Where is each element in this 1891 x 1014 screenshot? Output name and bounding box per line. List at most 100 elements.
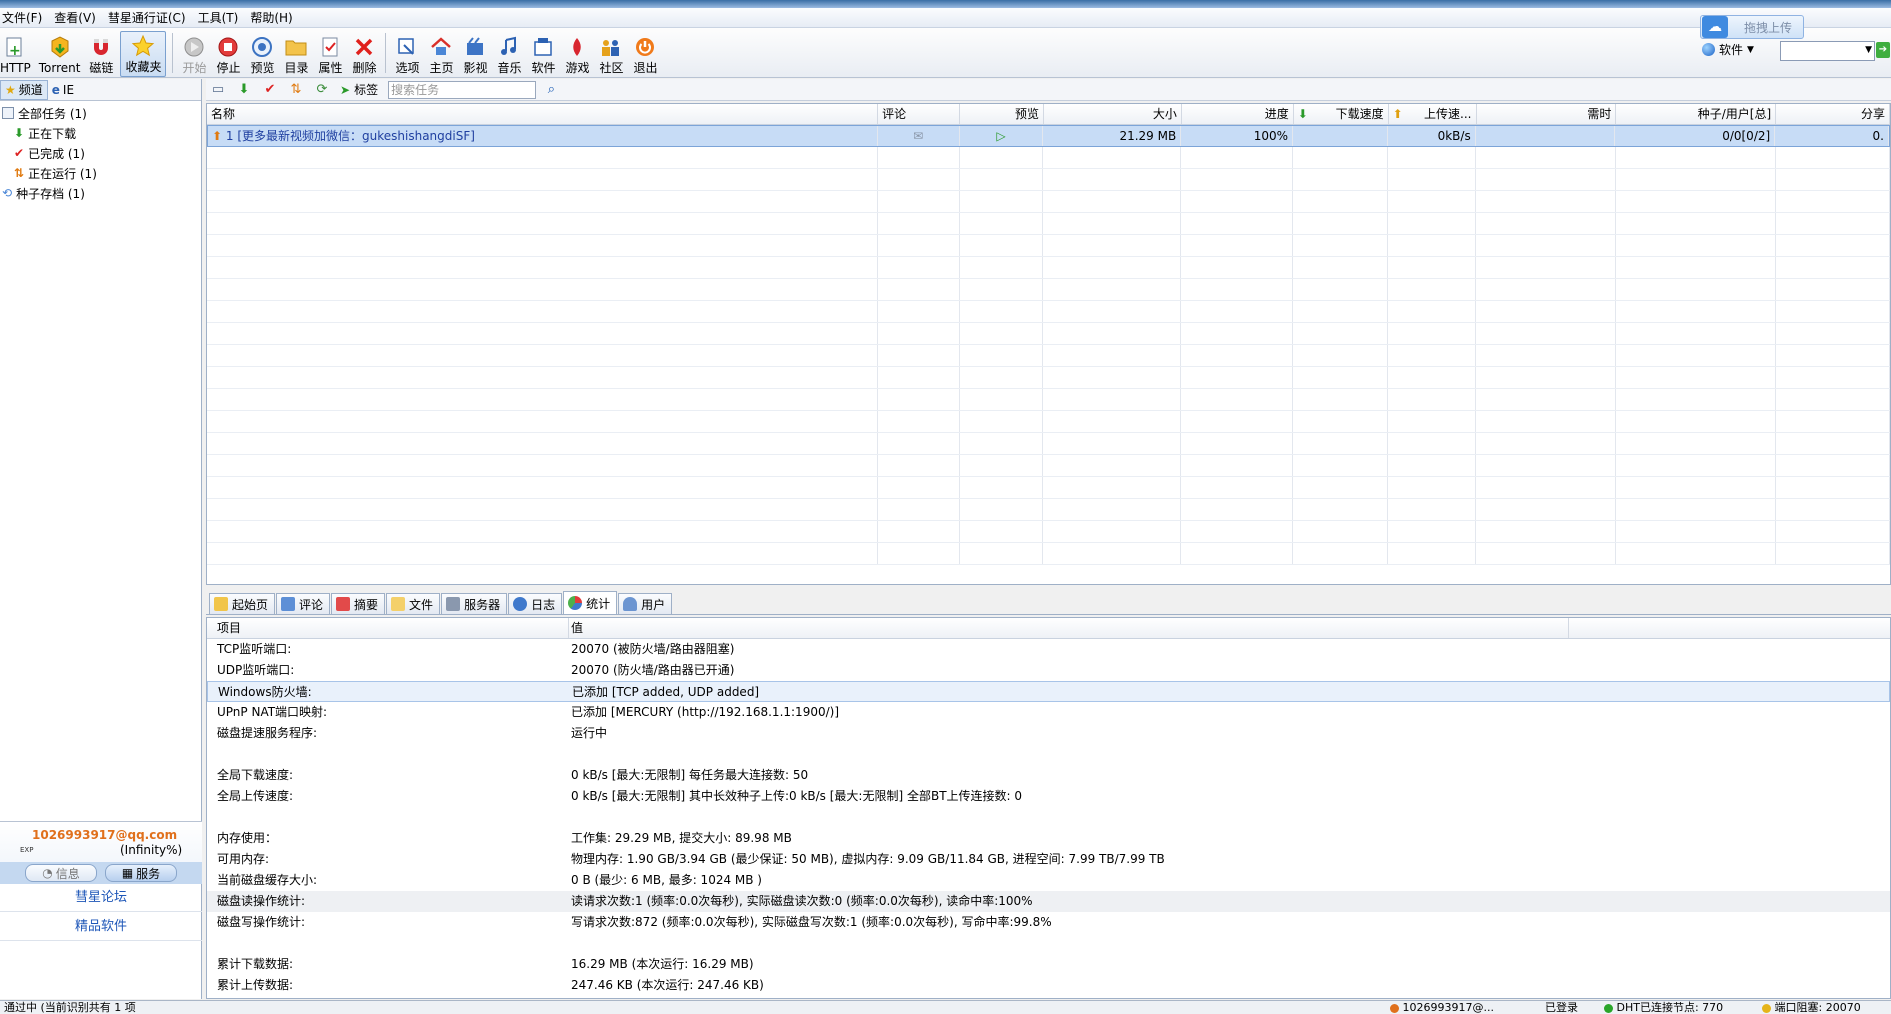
cloud-upload-button[interactable]: ☁ 拖拽上传 (1700, 15, 1804, 39)
stats-row[interactable]: 可用内存: 物理内存: 1.90 GB/3.94 GB (最少保证: 50 MB)… (207, 849, 1890, 870)
menu-help[interactable]: 帮助(H) (248, 8, 302, 28)
stats-row[interactable]: 磁盘读操作统计: 读请求次数:1 (频率:0.0次每秒), 实际磁盘读次数:0 (… (207, 891, 1890, 912)
music-button[interactable]: 音乐 (492, 31, 526, 77)
stats-row[interactable]: TCP监听端口: 20070 (被防火墙/路由器阻塞) (207, 639, 1890, 660)
software-button[interactable]: 软件 (526, 31, 560, 77)
col-download-speed[interactable]: ⬇ 下载速度 (1294, 104, 1389, 124)
tab-statistics[interactable]: 统计 (563, 591, 618, 614)
stats-row[interactable]: 内存使用： 工作集: 29.29 MB, 提交大小: 89.98 MB (207, 828, 1890, 849)
video-button[interactable]: 影视 (458, 31, 492, 77)
software-dropdown[interactable]: 软件 ▼ (1702, 41, 1754, 58)
delete-button[interactable]: 删除 (347, 31, 381, 77)
tree-item-torrent-archive[interactable]: ⟲ 种子存档 (1) (0, 183, 201, 203)
software-link[interactable]: 精品软件 (0, 913, 202, 941)
games-button[interactable]: 游戏 (560, 31, 594, 77)
http-button[interactable]: + HTTP (0, 31, 35, 77)
info-button[interactable]: ◔ 信息 (25, 864, 97, 882)
tree-item-label: 正在运行 (1) (28, 166, 97, 181)
options-button[interactable]: 选项 (390, 31, 424, 77)
col-name[interactable]: 名称 (207, 104, 879, 124)
status-bar: 通过中 (当前识别共有 1 项 1026993917@... 已登录 DHT已连… (0, 1000, 1891, 1014)
empty-cell (1388, 543, 1477, 564)
tree-item-running[interactable]: ⇅ 正在运行 (1) (0, 163, 201, 183)
tab-log[interactable]: 日志 (508, 593, 563, 614)
favorites-button[interactable]: 收藏夹 (120, 31, 167, 77)
tab-comments[interactable]: 评论 (276, 593, 331, 614)
col-preview[interactable]: 预览 (960, 104, 1044, 124)
stats-row[interactable]: 累计上传数据: 247.46 KB (本次运行: 247.46 KB) (207, 975, 1890, 996)
new-task-icon[interactable]: ▭ (210, 82, 226, 98)
col-time-left[interactable]: 需时 (1477, 104, 1617, 124)
up-down-arrows-icon[interactable]: ⇅ (288, 82, 304, 98)
web-search-input[interactable]: ▼ (1780, 41, 1875, 61)
tab-summary[interactable]: 摘要 (331, 593, 386, 614)
empty-cell (1776, 213, 1890, 234)
empty-cell (1616, 477, 1777, 498)
col-comment[interactable]: 评论 (878, 104, 961, 124)
tab-users[interactable]: 用户 (618, 593, 673, 614)
stats-row[interactable]: UDP监听端口: 20070 (防火墙/路由器已开通) (207, 660, 1890, 681)
col-size[interactable]: 大小 (1044, 104, 1182, 124)
stats-key (207, 933, 569, 954)
refresh-icon[interactable]: ⟳ (314, 82, 330, 98)
menu-view[interactable]: 查看(V) (52, 8, 106, 28)
stats-row[interactable]: 全局上传速度: 0 kB/s [最大:无限制] 其中长效种子上传:0 kB/s [… (207, 786, 1890, 807)
play-icon[interactable]: ▷ (996, 129, 1005, 143)
stats-row[interactable]: 全局下载速度: 0 kB/s [最大:无限制] 每任务最大连接数: 50 (207, 765, 1890, 786)
preview-button[interactable]: 预览 (245, 31, 279, 77)
stats-row[interactable]: 磁盘提速服务程序: 运行中 (207, 723, 1890, 744)
account-email[interactable]: 1026993917@qq.com (32, 828, 177, 842)
stats-row[interactable]: 磁盘写操作统计: 写请求次数:872 (频率:0.0次每秒), 实际磁盘写次数:1… (207, 912, 1890, 933)
stop-button[interactable]: 停止 (211, 31, 245, 77)
menu-file[interactable]: 文件(F) (0, 8, 52, 28)
envelope-icon[interactable]: ✉ (913, 129, 923, 143)
status-login: 已登录 (1545, 1001, 1578, 1014)
check-icon[interactable]: ✔ (262, 82, 278, 98)
col-share[interactable]: 分享 (1776, 104, 1890, 124)
exit-button[interactable]: 退出 (628, 31, 662, 77)
tree-item-all-tasks[interactable]: 全部任务 (1) (0, 103, 201, 123)
search-icon[interactable]: ⌕ (548, 82, 555, 98)
col-item[interactable]: 项目 (207, 618, 569, 638)
tab-ie[interactable]: e IE (48, 80, 78, 100)
home-button[interactable]: 主页 (424, 31, 458, 77)
stats-row[interactable]: 当前磁盘缓存大小: 0 B (最少: 6 MB, 最多: 1024 MB ) (207, 870, 1890, 891)
col-progress[interactable]: 进度 (1182, 104, 1294, 124)
tab-label: 统计 (586, 596, 611, 611)
tree-item-completed[interactable]: ✔ 已完成 (1) (0, 143, 201, 163)
col-value[interactable]: 值 (569, 618, 1569, 638)
service-button[interactable]: ▦ 服务 (105, 864, 177, 882)
col-seeds-peers[interactable]: 种子/用户[总] (1616, 104, 1777, 124)
tab-servers[interactable]: 服务器 (441, 593, 508, 614)
community-button[interactable]: 社区 (594, 31, 628, 77)
stats-row[interactable]: UPnP NAT端口映射: 已添加 [MERCURY (http://192.16… (207, 702, 1890, 723)
stats-row[interactable] (207, 744, 1890, 765)
table-row[interactable]: ⬆ 1 [更多最新视频加微信：gukeshishangdiSF] ✉ ▷ 21.… (207, 125, 1890, 147)
torrent-button[interactable]: Torrent (35, 31, 85, 77)
task-search-placeholder: 搜索任务 (391, 82, 440, 97)
stats-row[interactable] (207, 807, 1890, 828)
tag-button[interactable]: ➤ 标签 (340, 81, 378, 98)
forum-link[interactable]: 彗星论坛 (0, 884, 202, 912)
magnet-button[interactable]: 磁链 (84, 31, 118, 77)
status-account[interactable]: 1026993917@... (1390, 1001, 1494, 1014)
stats-row[interactable]: 累计下载数据: 16.29 MB (本次运行: 16.29 MB) (207, 954, 1890, 975)
task-search-input[interactable]: 搜索任务 ⌕ (388, 80, 555, 99)
properties-button[interactable]: 属性 (313, 31, 347, 77)
tab-start-page[interactable]: 起始页 (209, 593, 276, 614)
stats-row[interactable] (207, 933, 1890, 954)
torrent-label: Torrent (38, 61, 81, 75)
tab-channels[interactable]: ★ 频道 (0, 79, 48, 100)
stats-row[interactable]: Windows防火墙: 已添加 [TCP added, UDP added] (207, 681, 1890, 702)
go-arrow-icon[interactable]: ➔ (1876, 42, 1890, 58)
tab-files[interactable]: 文件 (386, 593, 441, 614)
empty-cell (207, 169, 878, 190)
col-upload-speed[interactable]: ⬆ 上传速... (1389, 104, 1477, 124)
menu-tools[interactable]: 工具(T) (196, 8, 249, 28)
start-button[interactable]: 开始 (177, 31, 211, 77)
directory-button[interactable]: 目录 (279, 31, 313, 77)
arrow-down-icon[interactable]: ⬇ (236, 82, 252, 98)
menu-passport[interactable]: 彗星通行证(C) (106, 8, 196, 28)
empty-cell (1776, 477, 1890, 498)
tree-item-downloading[interactable]: ⬇ 正在下载 (0, 123, 201, 143)
